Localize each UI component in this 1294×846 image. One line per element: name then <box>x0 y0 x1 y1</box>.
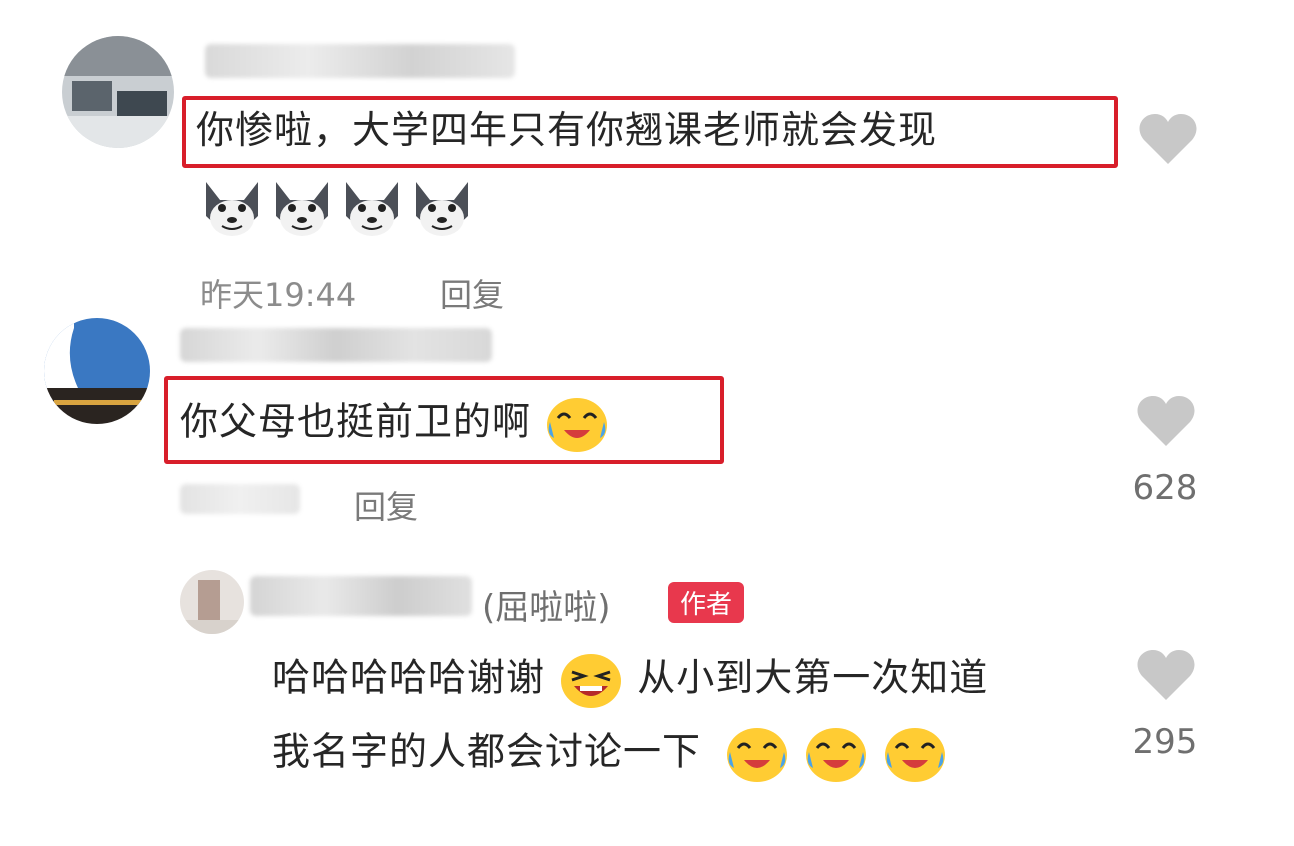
reply-text-line2: 我名字的人都会讨论一下 <box>272 724 948 784</box>
avatar[interactable] <box>180 570 244 634</box>
avatar[interactable] <box>44 318 150 424</box>
username-blurred[interactable] <box>250 576 472 616</box>
crying-laughing-emoji <box>727 728 788 782</box>
like-heart-icon[interactable] <box>1138 112 1198 166</box>
crying-laughing-emoji <box>885 728 946 782</box>
reply-text-part2: 从小到大第一次知道 <box>637 655 989 700</box>
author-badge: 作者 <box>668 582 745 623</box>
like-heart-icon[interactable] <box>1136 648 1196 702</box>
username-blurred[interactable] <box>205 44 515 78</box>
husky-emoji <box>346 182 398 236</box>
crying-laughing-emoji <box>547 398 608 452</box>
like-count: 295 <box>1132 722 1198 762</box>
username-blurred[interactable] <box>180 328 492 362</box>
avatar[interactable] <box>62 36 174 148</box>
crying-laughing-emoji <box>806 728 867 782</box>
reply-text-part1: 哈哈哈哈哈谢谢 <box>272 655 546 700</box>
husky-emoji <box>276 182 328 236</box>
laughing-emoji <box>561 654 622 708</box>
reply-button[interactable]: 回复 <box>354 482 418 528</box>
like-heart-icon[interactable] <box>1136 394 1196 448</box>
reply-button[interactable]: 回复 <box>440 270 504 316</box>
reply-text-part3: 我名字的人都会讨论一下 <box>272 729 702 774</box>
husky-emoji <box>206 182 258 236</box>
comment-text: 你惨啦，大学四年只有你翘课老师就会发现 <box>196 108 938 152</box>
timestamp: 昨天19:44 <box>200 276 357 314</box>
comment-text: 你父母也挺前卫的啊 <box>180 394 610 454</box>
username-suffix[interactable]: (屈啦啦) <box>482 580 611 629</box>
comment-text-content: 你父母也挺前卫的啊 <box>180 399 532 444</box>
timestamp-blurred <box>180 484 300 514</box>
husky-emoji <box>416 182 468 236</box>
reply-text-line1: 哈哈哈哈哈谢谢 从小到大第一次知道 <box>272 650 988 710</box>
like-count: 628 <box>1132 468 1198 508</box>
